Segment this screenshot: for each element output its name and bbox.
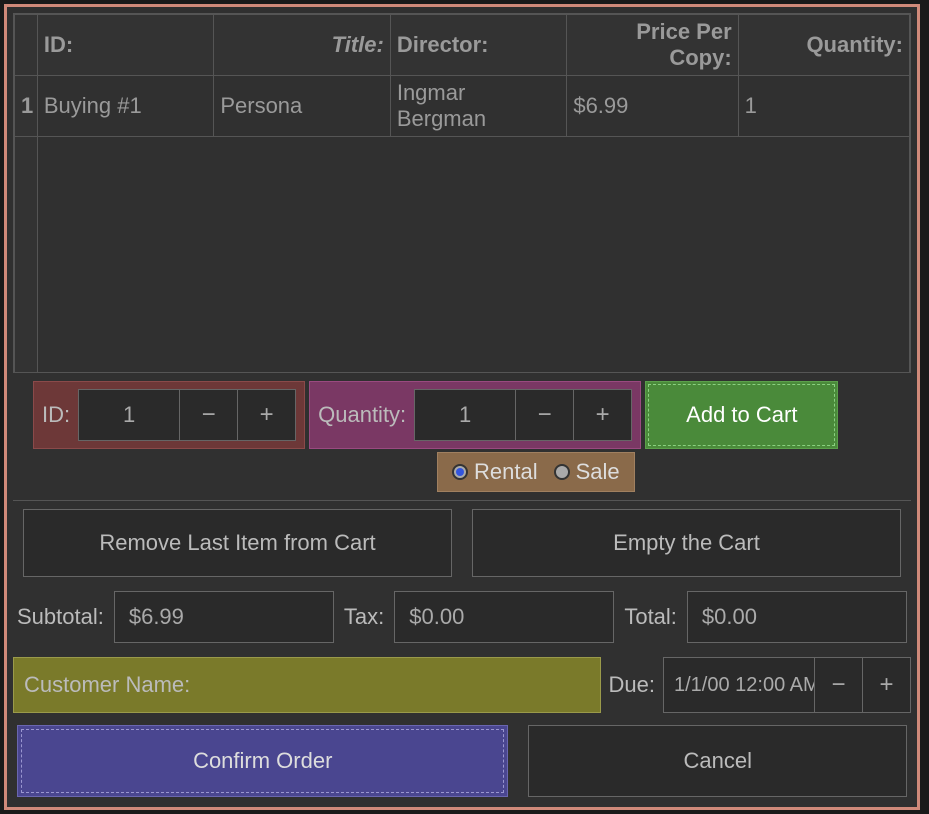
customer-name-input[interactable] <box>200 664 589 706</box>
quantity-label: Quantity: <box>318 402 406 428</box>
cell-id[interactable]: Buying #1 <box>37 76 214 137</box>
sale-radio[interactable]: Sale <box>554 459 620 485</box>
empty-cart-button[interactable]: Empty the Cart <box>472 509 901 577</box>
due-date-spinner: − + <box>663 657 911 713</box>
quantity-input[interactable] <box>415 390 515 440</box>
cart-table: ID: Title: Director: Price Per Copy: Qua… <box>13 13 911 373</box>
id-spinner: − + <box>78 389 296 441</box>
cell-title[interactable]: Persona <box>214 76 391 137</box>
quantity-spinner: − + <box>414 389 632 441</box>
row-number: 1 <box>15 76 38 137</box>
id-input[interactable] <box>79 390 179 440</box>
sale-label: Sale <box>576 459 620 485</box>
divider <box>13 500 911 501</box>
tax-label: Tax: <box>344 604 384 630</box>
total-field[interactable] <box>687 591 907 643</box>
rental-label: Rental <box>474 459 538 485</box>
type-radio-group: Rental Sale <box>437 452 635 492</box>
radio-unchecked-icon <box>554 464 570 480</box>
header-director[interactable]: Director: <box>390 15 567 76</box>
confirm-order-button[interactable]: Confirm Order <box>17 725 508 797</box>
due-decrement-button[interactable]: − <box>814 658 862 712</box>
header-quantity[interactable]: Quantity: <box>738 15 909 76</box>
id-input-group: ID: − + <box>33 381 305 449</box>
subtotal-field[interactable] <box>114 591 334 643</box>
customer-name-group: Customer Name: <box>13 657 601 713</box>
remove-last-button[interactable]: Remove Last Item from Cart <box>23 509 452 577</box>
due-label: Due: <box>609 672 655 698</box>
due-date-input[interactable] <box>664 658 814 712</box>
cell-director[interactable]: Ingmar Bergman <box>390 76 567 137</box>
cancel-button[interactable]: Cancel <box>528 725 907 797</box>
tax-field[interactable] <box>394 591 614 643</box>
table-row[interactable]: 1 Buying #1 Persona Ingmar Bergman $6.99… <box>15 76 910 137</box>
radio-checked-icon <box>452 464 468 480</box>
quantity-increment-button[interactable]: + <box>573 390 631 440</box>
id-decrement-button[interactable]: − <box>179 390 237 440</box>
order-panel: ID: Title: Director: Price Per Copy: Qua… <box>4 4 920 810</box>
id-increment-button[interactable]: + <box>237 390 295 440</box>
header-title[interactable]: Title: <box>214 15 391 76</box>
cell-quantity[interactable]: 1 <box>738 76 909 137</box>
customer-name-label: Customer Name: <box>24 672 190 698</box>
total-label: Total: <box>624 604 677 630</box>
rental-radio[interactable]: Rental <box>452 459 538 485</box>
header-id[interactable]: ID: <box>37 15 214 76</box>
quantity-input-group: Quantity: − + <box>309 381 641 449</box>
cell-price[interactable]: $6.99 <box>567 76 738 137</box>
quantity-decrement-button[interactable]: − <box>515 390 573 440</box>
id-label: ID: <box>42 402 70 428</box>
row-number-header <box>15 15 38 76</box>
add-to-cart-button[interactable]: Add to Cart <box>645 381 838 449</box>
due-increment-button[interactable]: + <box>862 658 910 712</box>
subtotal-label: Subtotal: <box>17 604 104 630</box>
header-price[interactable]: Price Per Copy: <box>567 15 738 76</box>
